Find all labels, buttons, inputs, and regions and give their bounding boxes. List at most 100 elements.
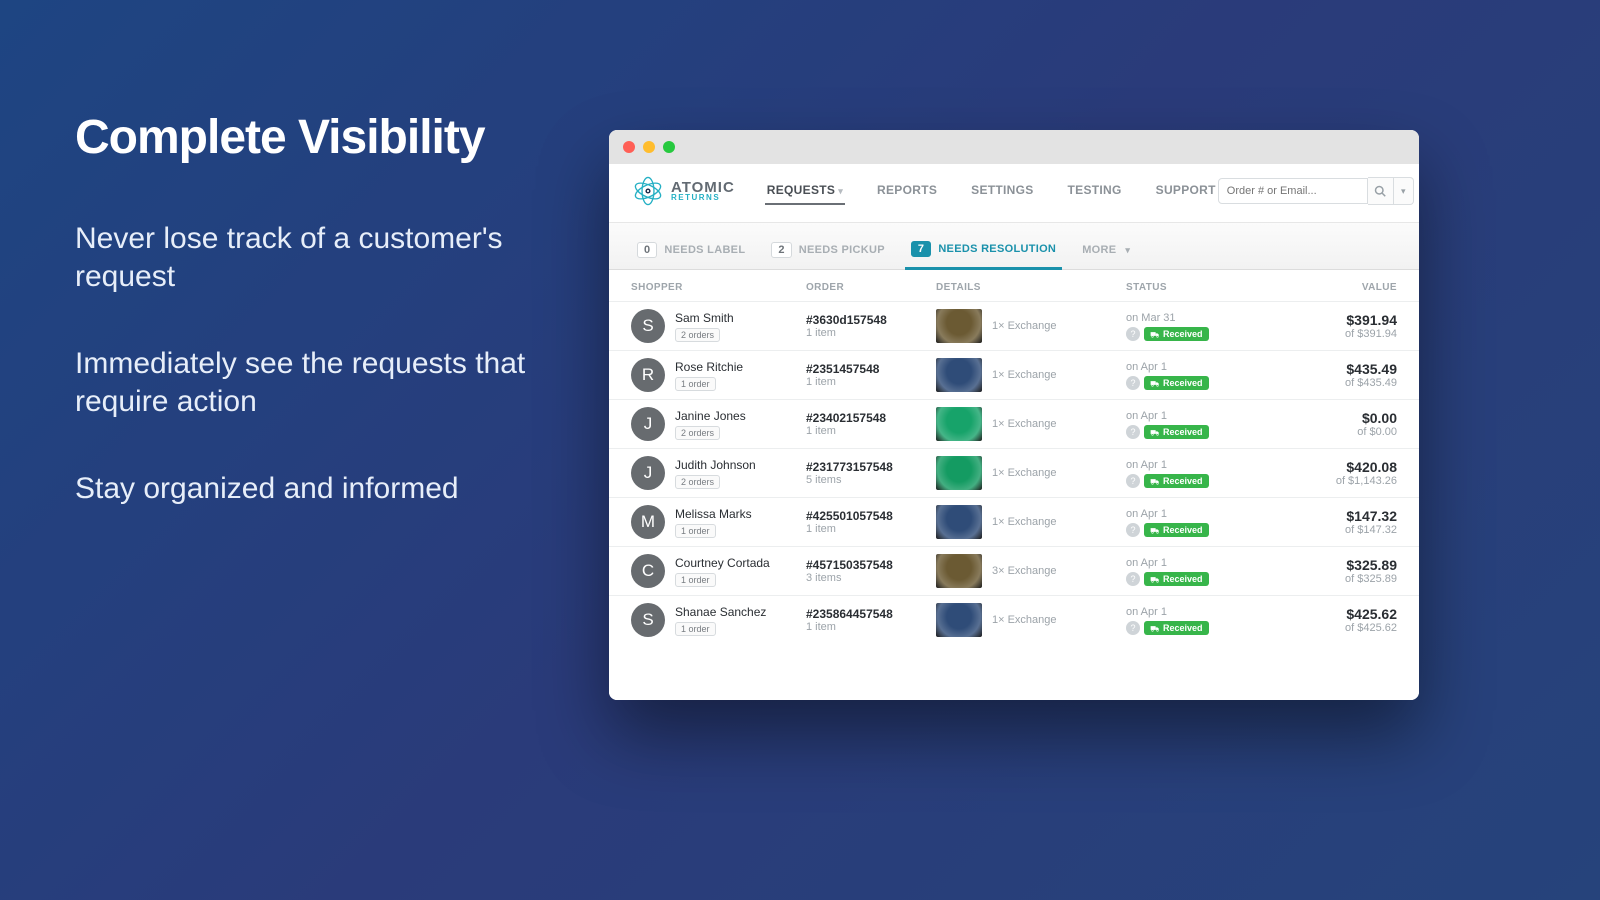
tab-needs-resolution[interactable]: 7NEEDS RESOLUTION [905, 231, 1062, 270]
shopper-name: Courtney Cortada [675, 556, 770, 570]
tab-needs-label[interactable]: 0NEEDS LABEL [631, 232, 751, 268]
help-icon[interactable]: ? [1126, 327, 1140, 341]
detail-text: 1× Exchange [992, 369, 1057, 381]
hero-line-2: Immediately see the requests that requir… [75, 345, 555, 422]
status-badge: Received [1144, 523, 1209, 537]
order-count-pill: 1 order [675, 524, 716, 538]
minimize-icon[interactable] [643, 141, 655, 153]
table-row[interactable]: S Sam Smith 2 orders #3630d157548 1 item… [609, 301, 1419, 350]
col-details: DETAILS [936, 282, 1126, 293]
order-count-pill: 2 orders [675, 475, 720, 489]
shopper-name: Shanae Sanchez [675, 605, 766, 619]
truck-icon [1150, 525, 1160, 535]
help-icon[interactable]: ? [1126, 376, 1140, 390]
app-window: ATOMIC RETURNS REQUESTS▾ REPORTS SETTING… [609, 130, 1419, 700]
detail-text: 1× Exchange [992, 418, 1057, 430]
detail-text: 3× Exchange [992, 565, 1057, 577]
close-icon[interactable] [623, 141, 635, 153]
avatar: J [631, 456, 665, 490]
value-amount: $425.62 [1266, 606, 1397, 622]
order-count-pill: 1 order [675, 622, 716, 636]
product-thumb [936, 309, 982, 343]
col-value: VALUE [1266, 282, 1397, 293]
avatar: C [631, 554, 665, 588]
col-order: ORDER [806, 282, 936, 293]
tab-more[interactable]: MORE▾ [1076, 234, 1136, 266]
search-input[interactable] [1218, 178, 1368, 204]
table-row[interactable]: C Courtney Cortada 1 order #457150357548… [609, 546, 1419, 595]
truck-icon [1150, 329, 1160, 339]
help-icon[interactable]: ? [1126, 425, 1140, 439]
order-number: #2351457548 [806, 362, 936, 376]
search-icon [1374, 185, 1386, 197]
product-thumb [936, 505, 982, 539]
status-badge: Received [1144, 425, 1209, 439]
detail-text: 1× Exchange [992, 614, 1057, 626]
avatar: M [631, 505, 665, 539]
truck-icon [1150, 574, 1160, 584]
shopper-name: Sam Smith [675, 311, 734, 325]
truck-icon [1150, 378, 1160, 388]
brand-logo[interactable]: ATOMIC RETURNS [631, 174, 735, 208]
nav-requests[interactable]: REQUESTS▾ [765, 177, 845, 205]
nav-settings[interactable]: SETTINGS [969, 177, 1035, 205]
search-button[interactable] [1368, 177, 1394, 205]
status-date: on Apr 1 [1126, 606, 1266, 618]
main-nav: REQUESTS▾ REPORTS SETTINGS TESTING SUPPO… [765, 177, 1218, 205]
brand-sub: RETURNS [671, 194, 735, 201]
detail-text: 1× Exchange [992, 467, 1057, 479]
product-thumb [936, 456, 982, 490]
status-date: on Apr 1 [1126, 459, 1266, 471]
table-row[interactable]: R Rose Ritchie 1 order #2351457548 1 ite… [609, 350, 1419, 399]
value-amount: $420.08 [1266, 459, 1397, 475]
value-amount: $325.89 [1266, 557, 1397, 573]
product-thumb [936, 603, 982, 637]
value-amount: $0.00 [1266, 410, 1397, 426]
help-icon[interactable]: ? [1126, 621, 1140, 635]
status-badge: Received [1144, 376, 1209, 390]
detail-text: 1× Exchange [992, 516, 1057, 528]
nav-reports[interactable]: REPORTS [875, 177, 939, 205]
window-traffic-lights [609, 130, 1419, 164]
status-badge: Received [1144, 327, 1209, 341]
table-row[interactable]: J Janine Jones 2 orders #23402157548 1 i… [609, 399, 1419, 448]
chevron-down-icon: ▾ [1401, 186, 1406, 197]
order-number: #457150357548 [806, 558, 936, 572]
toolbar: ATOMIC RETURNS REQUESTS▾ REPORTS SETTING… [609, 164, 1419, 222]
status-date: on Mar 31 [1126, 312, 1266, 324]
item-count: 3 items [806, 572, 936, 584]
table-row[interactable]: S Shanae Sanchez 1 order #235864457548 1… [609, 595, 1419, 644]
product-thumb [936, 358, 982, 392]
status-date: on Apr 1 [1126, 557, 1266, 569]
tab-bar: 0NEEDS LABEL 2NEEDS PICKUP 7NEEDS RESOLU… [609, 222, 1419, 270]
search-dropdown[interactable]: ▾ [1394, 177, 1414, 205]
nav-support[interactable]: SUPPORT [1154, 177, 1218, 205]
truck-icon [1150, 427, 1160, 437]
hero-line-3: Stay organized and informed [75, 470, 555, 508]
table-row[interactable]: M Melissa Marks 1 order #425501057548 1 … [609, 497, 1419, 546]
status-date: on Apr 1 [1126, 361, 1266, 373]
atom-icon [631, 174, 665, 208]
value-sub: of $0.00 [1266, 426, 1397, 438]
product-thumb [936, 407, 982, 441]
value-sub: of $391.94 [1266, 328, 1397, 340]
order-count-pill: 1 order [675, 573, 716, 587]
item-count: 1 item [806, 621, 936, 633]
table-rows: S Sam Smith 2 orders #3630d157548 1 item… [609, 301, 1419, 700]
help-icon[interactable]: ? [1126, 474, 1140, 488]
value-sub: of $147.32 [1266, 524, 1397, 536]
nav-testing[interactable]: TESTING [1066, 177, 1124, 205]
zoom-icon[interactable] [663, 141, 675, 153]
avatar: S [631, 603, 665, 637]
tab-needs-pickup[interactable]: 2NEEDS PICKUP [765, 232, 891, 268]
item-count: 1 item [806, 376, 936, 388]
help-icon[interactable]: ? [1126, 572, 1140, 586]
table-row[interactable]: J Judith Johnson 2 orders #231773157548 … [609, 448, 1419, 497]
item-count: 5 items [806, 474, 936, 486]
status-date: on Apr 1 [1126, 508, 1266, 520]
avatar: J [631, 407, 665, 441]
help-icon[interactable]: ? [1126, 523, 1140, 537]
hero-title: Complete Visibility [75, 110, 555, 165]
order-number: #231773157548 [806, 460, 936, 474]
item-count: 1 item [806, 327, 936, 339]
